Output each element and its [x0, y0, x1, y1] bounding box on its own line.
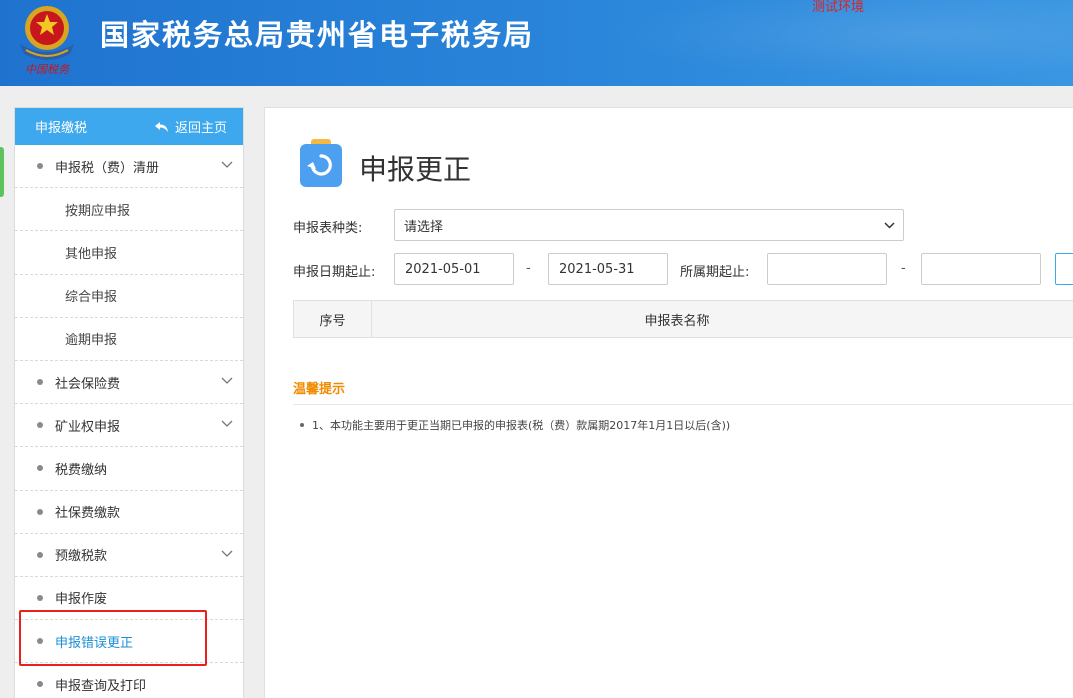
period-range-dash: -	[901, 261, 906, 276]
chevron-down-icon	[221, 377, 233, 384]
chevron-down-icon	[884, 222, 895, 229]
declare-date-label: 申报日期起止:	[293, 265, 376, 280]
top-banner: 中国税务 国家税务总局贵州省电子税务局 测试环境	[0, 0, 1073, 86]
sidebar-header: 申报缴税 返回主页	[15, 108, 243, 145]
sidebar-item[interactable]: 申报查询及打印	[15, 663, 243, 698]
date-range-dash: -	[526, 261, 531, 276]
sidebar-item[interactable]: 按期应申报	[15, 188, 243, 232]
sidebar-item-label: 逾期申报	[65, 333, 118, 349]
emblem-caption: 中国税务	[25, 63, 70, 76]
sidebar-item[interactable]: 社会保险费	[15, 361, 243, 405]
sidebar-item-label: 矿业权申报	[55, 419, 121, 435]
bullet-icon	[37, 508, 43, 515]
sidebar-item[interactable]: 申报错误更正	[15, 620, 243, 664]
sidebar-item-label: 其他申报	[65, 246, 118, 262]
tip-text: 1、本功能主要用于更正当期已申报的申报表(税（费）款属期2017年1月1日以后(…	[312, 419, 731, 432]
tips-divider	[293, 404, 1073, 405]
side-tab-handle[interactable]	[0, 147, 4, 197]
sidebar-item-label: 申报错误更正	[55, 635, 134, 651]
bullet-icon	[37, 163, 43, 170]
sidebar-title: 申报缴税	[35, 121, 88, 136]
bullet-icon	[37, 681, 43, 688]
report-type-select[interactable]: 请选择	[394, 209, 904, 241]
col-index: 序号	[294, 301, 372, 337]
back-home-link[interactable]: 返回主页	[154, 117, 227, 136]
bullet-icon	[37, 422, 43, 429]
tip-item: 1、本功能主要用于更正当期已申报的申报表(税（费）款属期2017年1月1日以后(…	[300, 417, 730, 433]
chevron-down-icon	[221, 161, 233, 168]
period-label: 所属期起止:	[680, 265, 750, 280]
chevron-down-icon	[221, 420, 233, 428]
back-home-label: 返回主页	[174, 121, 227, 136]
portal-title: 国家税务总局贵州省电子税务局	[100, 18, 535, 52]
declare-date-end-input[interactable]	[548, 253, 668, 285]
bullet-icon	[300, 423, 304, 427]
sidebar-item[interactable]: 税费缴纳	[15, 447, 243, 491]
correction-icon	[300, 139, 342, 187]
sidebar-item[interactable]: 社保费缴款	[15, 491, 243, 534]
sidebar: 申报缴税 返回主页 申报税（费）清册按期应申报其他申报综合申报逾期申报社会保险费…	[14, 107, 244, 698]
sidebar-item[interactable]: 其他申报	[15, 231, 243, 275]
tax-emblem-icon: 中国税务	[20, 6, 74, 76]
period-end-input[interactable]	[921, 253, 1041, 285]
back-arrow-icon	[154, 121, 168, 132]
chevron-down-icon	[221, 550, 233, 557]
table-header: 序号 申报表名称	[293, 300, 1073, 338]
declare-date-start-input[interactable]	[394, 253, 514, 285]
report-type-value: 请选择	[404, 219, 444, 235]
main-panel: 申报更正 申报表种类: 请选择 申报日期起止: - 所属期起止: - 序号 申报…	[264, 107, 1073, 698]
bullet-icon	[37, 638, 43, 645]
sidebar-item-label: 预缴税款	[55, 549, 108, 565]
sidebar-item[interactable]: 申报作废	[15, 577, 243, 621]
sidebar-item-label: 税费缴纳	[55, 462, 108, 478]
period-start-input[interactable]	[767, 253, 887, 285]
environment-tag: 测试环境	[812, 0, 865, 15]
sidebar-item-label: 按期应申报	[65, 203, 131, 219]
bullet-icon	[37, 465, 43, 472]
sidebar-item-label: 社会保险费	[55, 376, 121, 392]
report-type-label: 申报表种类:	[293, 221, 363, 236]
sidebar-item-label: 申报税（费）清册	[55, 160, 160, 176]
sidebar-menu: 申报税（费）清册按期应申报其他申报综合申报逾期申报社会保险费矿业权申报税费缴纳社…	[15, 145, 243, 698]
tips-title: 温馨提示	[293, 382, 346, 397]
sidebar-item-label: 申报作废	[55, 592, 108, 608]
bullet-icon	[37, 551, 43, 558]
bullet-icon	[37, 379, 43, 386]
page-title: 申报更正	[359, 153, 472, 186]
bullet-icon	[37, 594, 43, 601]
sidebar-item-label: 综合申报	[65, 290, 118, 306]
sidebar-item-label: 申报查询及打印	[55, 678, 147, 694]
query-button[interactable]	[1055, 253, 1073, 285]
sidebar-item[interactable]: 申报税（费）清册	[15, 145, 243, 189]
sidebar-item[interactable]: 矿业权申报	[15, 404, 243, 448]
sidebar-item[interactable]: 综合申报	[15, 275, 243, 318]
sidebar-item[interactable]: 预缴税款	[15, 534, 243, 577]
sidebar-item-label: 社保费缴款	[55, 506, 121, 522]
sidebar-item[interactable]: 逾期申报	[15, 318, 243, 361]
col-report-name: 申报表名称	[644, 313, 710, 329]
